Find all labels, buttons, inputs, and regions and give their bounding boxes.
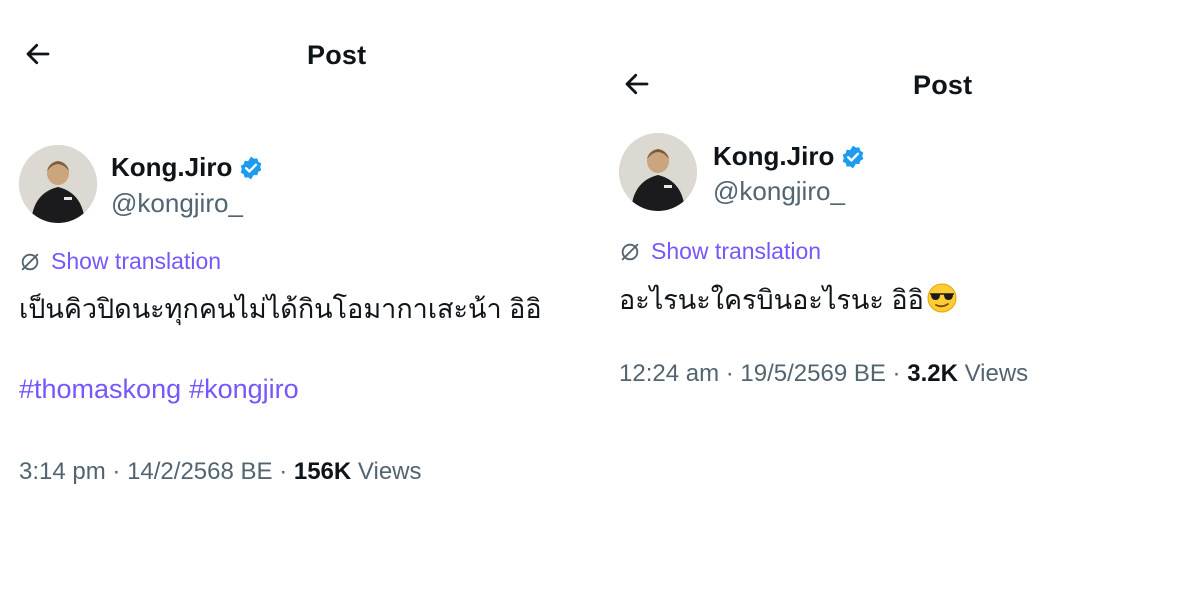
post-time[interactable]: 12:24 am (619, 360, 719, 387)
avatar-image (19, 145, 97, 223)
show-translation-button[interactable]: Show translation (19, 248, 221, 275)
author-handle[interactable]: @kongjiro_ (713, 176, 845, 207)
post-text-row: อะไรนะใครบินอะไรนะ อิอิ (619, 278, 958, 321)
author-name[interactable]: Kong.Jiro (111, 152, 232, 183)
views-count[interactable]: 3.2K (907, 360, 958, 387)
translate-icon (21, 253, 39, 270)
back-button[interactable] (20, 36, 56, 72)
avatar[interactable] (19, 145, 97, 223)
views-label[interactable]: Views (965, 360, 1029, 387)
separator: · (892, 360, 901, 387)
page-title: Post (913, 70, 973, 100)
hashtag-link[interactable]: #thomaskong (19, 374, 181, 405)
verified-badge-icon (238, 155, 264, 181)
hashtag-link[interactable]: #kongjiro (189, 374, 299, 405)
views-label[interactable]: Views (358, 458, 422, 485)
verified-badge-icon (840, 144, 866, 170)
post-meta: 12:24 am · 19/5/2569 BE · 3.2K Views (619, 360, 1028, 388)
author-name-row[interactable]: Kong.Jiro (713, 141, 866, 172)
post-text: เป็นคิวปิดนะทุกคนไม่ได้กินโอมากาเสะน้า อ… (19, 294, 542, 324)
sunglasses-emoji-icon (927, 283, 957, 313)
post-panel-right: Post Kong.Jiro @kongjiro_ Show translati… (600, 0, 1200, 600)
page-title: Post (307, 40, 367, 70)
separator: · (112, 458, 121, 485)
hashtag-row: #thomaskong #kongjiro (19, 374, 299, 405)
post-time[interactable]: 3:14 pm (19, 458, 106, 485)
post-meta: 3:14 pm · 14/2/2568 BE · 156K Views (19, 458, 422, 486)
author-handle[interactable]: @kongjiro_ (111, 188, 243, 219)
show-translation-label: Show translation (51, 248, 222, 274)
show-translation-button[interactable]: Show translation (619, 238, 821, 265)
translate-icon (621, 243, 639, 260)
post-date[interactable]: 19/5/2569 BE (740, 360, 885, 387)
post-panel-left: Post Kong.Jiro @kongjiro_ Show translati… (0, 0, 600, 600)
views-count[interactable]: 156K (294, 458, 351, 485)
back-button[interactable] (619, 66, 655, 102)
author-name[interactable]: Kong.Jiro (713, 141, 834, 172)
back-arrow-icon (26, 43, 50, 65)
show-translation-label: Show translation (651, 238, 822, 264)
separator: · (725, 360, 734, 387)
author-name-row[interactable]: Kong.Jiro (111, 152, 264, 183)
avatar-image (619, 133, 697, 211)
avatar[interactable] (619, 133, 697, 211)
post-text: อะไรนะใครบินอะไรนะ อิอิ (619, 285, 924, 315)
post-date[interactable]: 14/2/2568 BE (127, 458, 272, 485)
back-arrow-icon (625, 73, 649, 95)
separator: · (279, 458, 288, 485)
